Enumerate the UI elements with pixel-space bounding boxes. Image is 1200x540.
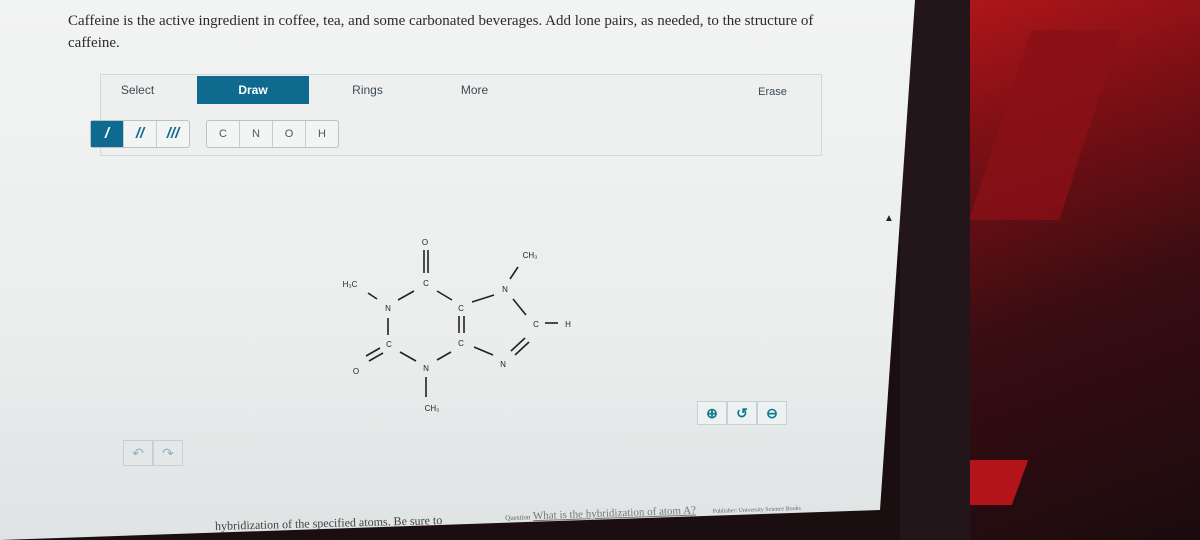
atom-n3[interactable]: N: [423, 364, 429, 373]
atom-h8[interactable]: H: [565, 320, 571, 329]
atom-h3c-left[interactable]: H₃C: [343, 280, 358, 289]
triple-bond-button[interactable]: ///: [157, 121, 189, 147]
caffeine-structure[interactable]: O C H₃C N C O N CH₃ C C N CH₃ C H N: [320, 225, 600, 425]
question-text: Caffeine is the active ingredient in cof…: [68, 13, 814, 51]
atom-n1[interactable]: N: [385, 304, 391, 313]
triple-bond-icon: ///: [166, 125, 180, 142]
bond-c2-o-double-a: [365, 347, 381, 357]
undo-button[interactable]: ↶: [123, 440, 153, 466]
atom-c6[interactable]: C: [423, 279, 429, 288]
bond-c2-n3: [399, 351, 417, 362]
atom-c4[interactable]: C: [458, 339, 464, 348]
atom-c2[interactable]: C: [386, 340, 392, 349]
atom-h-button[interactable]: H: [306, 121, 338, 147]
tab-draw[interactable]: Draw: [197, 76, 309, 104]
bond-c4-n9: [473, 346, 494, 356]
atom-o-button[interactable]: O: [273, 121, 306, 147]
atom-ch3-bottom[interactable]: CH₃: [425, 404, 440, 413]
next-question-link[interactable]: What is the hybridization of atom A?: [533, 505, 696, 523]
history-controls: ↶ ↷: [123, 440, 183, 466]
redo-button[interactable]: ↷: [153, 440, 183, 466]
screen: Caffeine is the active ingredient in cof…: [0, 0, 915, 540]
atom-c5[interactable]: C: [458, 304, 464, 313]
bond-c5-n7: [471, 294, 495, 303]
atom-o-left[interactable]: O: [353, 367, 359, 376]
bond-c6-c5: [436, 290, 453, 301]
bond-n1-c6: [397, 290, 415, 301]
question-meta-label: Question: [504, 513, 531, 523]
atom-tools: C N O H: [206, 120, 339, 148]
redo-icon: ↷: [162, 444, 174, 461]
next-question-area: Question What is the hybridization of at…: [505, 501, 801, 523]
atom-n9[interactable]: N: [500, 360, 506, 369]
atom-o-top[interactable]: O: [422, 238, 428, 247]
bond-n1-ch3: [367, 292, 378, 300]
monitor-bezel: [900, 0, 970, 540]
bond-n7-c8: [512, 298, 527, 316]
zoom-out-button[interactable]: ⊖: [757, 401, 787, 425]
zoom-controls: ⊕ ↺ ⊖: [697, 401, 787, 425]
publisher-label: Publisher: University Science Books: [712, 505, 801, 515]
single-bond-button[interactable]: /: [91, 121, 124, 147]
atom-n-button[interactable]: N: [240, 121, 273, 147]
zoom-out-icon: ⊖: [766, 404, 778, 421]
single-bond-icon: /: [104, 125, 110, 142]
atom-c8[interactable]: C: [533, 320, 539, 329]
atom-ch3-top[interactable]: CH₃: [523, 251, 538, 260]
bond-tools: / // ///: [90, 120, 190, 148]
mouse-cursor-icon: ▲: [884, 213, 894, 224]
bond-c2-o-double-b: [368, 352, 384, 362]
bond-n3-c4: [436, 351, 452, 361]
tab-rings[interactable]: Rings: [330, 76, 405, 104]
tab-erase[interactable]: Erase: [740, 78, 805, 106]
toolbar-tabs: Select Draw Rings More Erase: [100, 74, 820, 104]
reset-zoom-button[interactable]: ↺: [727, 401, 757, 425]
bond-n9-c8-double-b: [514, 341, 530, 356]
bonds: [365, 250, 558, 397]
undo-icon: ↶: [132, 444, 144, 461]
atom-c-button[interactable]: C: [207, 121, 240, 147]
zoom-in-button[interactable]: ⊕: [697, 401, 727, 425]
double-bond-icon: //: [135, 125, 145, 142]
reset-zoom-icon: ↺: [736, 404, 748, 421]
tab-select[interactable]: Select: [100, 76, 175, 104]
bond-n9-c8-double-a: [510, 337, 526, 352]
atom-n7[interactable]: N: [502, 285, 508, 294]
tab-more[interactable]: More: [437, 76, 512, 104]
bond-n7-ch3: [509, 266, 519, 280]
double-bond-button[interactable]: //: [124, 121, 157, 147]
instruction-partial-text: hybridization of the specified atoms. Be…: [214, 513, 443, 533]
zoom-in-icon: ⊕: [706, 404, 718, 421]
